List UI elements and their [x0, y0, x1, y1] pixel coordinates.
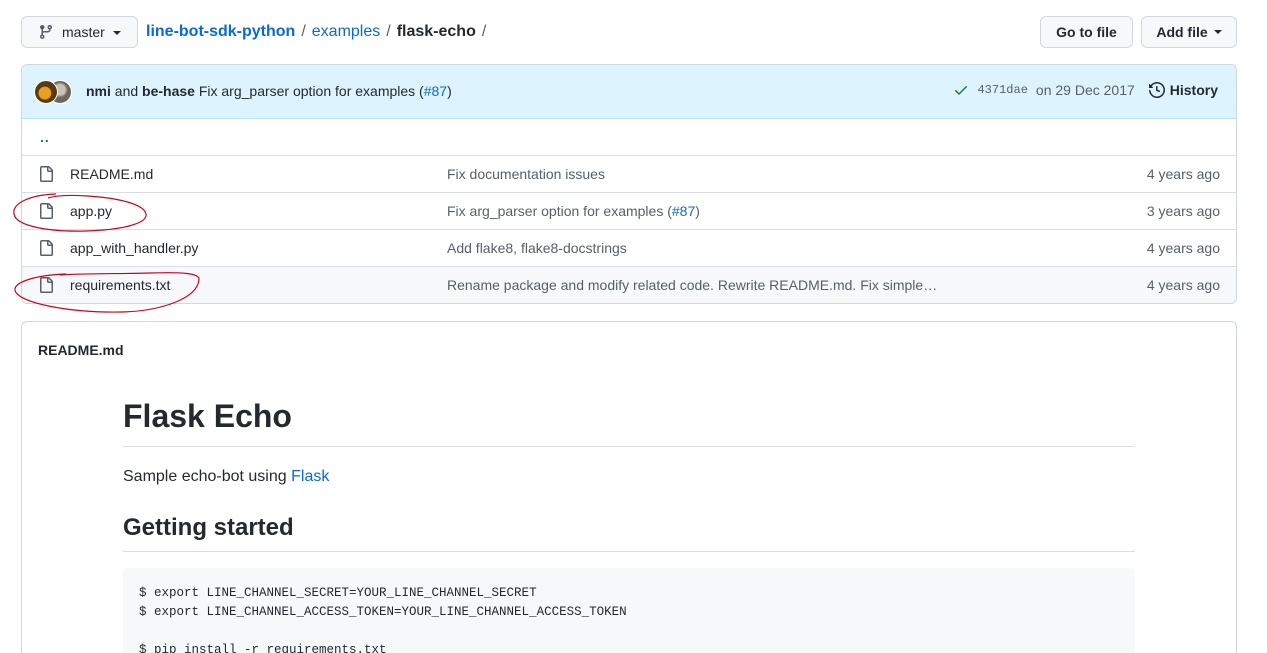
commit-message-end: ): [447, 83, 452, 99]
commit-sha-link[interactable]: 4371dae: [977, 83, 1027, 97]
file-commit-message-text[interactable]: Fix arg_parser option for examples (: [447, 203, 672, 219]
top-bar: master line-bot-sdk-python / examples / …: [21, 16, 1237, 48]
file-icon: [40, 166, 53, 182]
code-block: $ export LINE_CHANNEL_SECRET=YOUR_LINE_C…: [123, 568, 1135, 653]
file-age: 4 years ago: [1146, 166, 1220, 182]
readme-section-title: Getting started: [123, 513, 1135, 552]
history-label: History: [1169, 82, 1218, 98]
history-icon: [1148, 82, 1165, 98]
file-name-link[interactable]: requirements.txt: [70, 277, 170, 293]
file-icon: [40, 203, 53, 219]
file-row: README.md Fix documentation issues 4 yea…: [22, 155, 1236, 192]
commit-and-text: and: [114, 83, 139, 99]
readme-title: Flask Echo: [123, 378, 1135, 447]
add-file-button[interactable]: Add file: [1141, 16, 1237, 48]
parent-directory-link[interactable]: ..: [40, 129, 50, 145]
breadcrumb: line-bot-sdk-python / examples / flask-e…: [146, 16, 492, 48]
file-age: 4 years ago: [1146, 277, 1220, 293]
latest-commit-bar: nmi and be-hase Fix arg_parser option fo…: [22, 65, 1236, 119]
readme-content: Flask Echo Sample echo-bot using Flask G…: [123, 378, 1135, 653]
breadcrumb-current-folder: flask-echo: [396, 23, 476, 40]
parent-directory-row[interactable]: ..: [22, 119, 1236, 155]
file-name-link[interactable]: README.md: [70, 166, 153, 182]
readme-intro: Sample echo-bot using Flask: [123, 465, 1135, 489]
go-to-file-button[interactable]: Go to file: [1040, 16, 1133, 48]
file-age: 3 years ago: [1146, 203, 1220, 219]
file-commit-message-text[interactable]: Rename package and modify related code. …: [447, 277, 937, 293]
file-row: app_with_handler.py Add flake8, flake8-d…: [22, 229, 1236, 266]
git-branch-icon: [39, 25, 52, 40]
avatar[interactable]: [34, 80, 58, 104]
pull-request-link[interactable]: #87: [424, 83, 447, 99]
go-to-file-label: Go to file: [1056, 24, 1117, 40]
code-line: $ pip install -r requirements.txt: [139, 643, 387, 653]
breadcrumb-separator: /: [301, 23, 306, 40]
code-line: ​: [139, 622, 1119, 641]
chevron-down-icon: [1213, 30, 1222, 34]
commit-message: nmi and be-hase Fix arg_parser option fo…: [86, 83, 452, 99]
breadcrumb-separator: /: [481, 23, 487, 40]
commit-meta: 4371dae on 29 Dec 2017 History: [953, 82, 1218, 98]
pull-request-link[interactable]: #87: [672, 203, 695, 219]
code-line: $ export LINE_CHANNEL_SECRET=YOUR_LINE_C…: [139, 586, 537, 600]
file-row: requirements.txt Rename package and modi…: [22, 266, 1236, 303]
file-commit-message-text[interactable]: Add flake8, flake8-docstrings: [447, 240, 627, 256]
file-age: 4 years ago: [1146, 240, 1220, 256]
file-commit-message-end: ): [695, 203, 700, 219]
file-browser: nmi and be-hase Fix arg_parser option fo…: [21, 64, 1237, 304]
breadcrumb-examples-link[interactable]: examples: [312, 23, 380, 41]
add-file-label: Add file: [1156, 24, 1208, 40]
commit-author-link[interactable]: be-hase: [142, 83, 195, 99]
file-icon: [40, 277, 53, 293]
readme-intro-text: Sample echo-bot using: [123, 468, 292, 485]
breadcrumb-separator: /: [386, 23, 391, 40]
branch-name: master: [62, 24, 105, 40]
file-icon: [40, 240, 53, 256]
file-commit-message[interactable]: Add flake8, flake8-docstrings: [447, 240, 627, 256]
commit-message-text[interactable]: Fix arg_parser option for examples (: [199, 83, 424, 99]
readme-panel: README.md Flask Echo Sample echo-bot usi…: [21, 321, 1237, 653]
file-commit-message[interactable]: Rename package and modify related code. …: [447, 277, 937, 293]
file-name-link[interactable]: app_with_handler.py: [70, 240, 198, 256]
breadcrumb-repo-link[interactable]: line-bot-sdk-python: [146, 23, 295, 41]
file-row: app.py Fix arg_parser option for example…: [22, 192, 1236, 229]
file-commit-message[interactable]: Fix documentation issues: [447, 166, 605, 182]
flask-link[interactable]: Flask: [291, 468, 329, 485]
file-name-link[interactable]: app.py: [70, 203, 112, 219]
commit-author-link[interactable]: nmi: [86, 83, 111, 99]
code-line: $ export LINE_CHANNEL_ACCESS_TOKEN=YOUR_…: [139, 605, 627, 619]
author-avatars: [34, 80, 74, 104]
file-commit-message-text[interactable]: Fix documentation issues: [447, 166, 605, 182]
commit-date: on 29 Dec 2017: [1035, 82, 1135, 98]
chevron-down-icon: [112, 31, 121, 35]
branch-selector-button[interactable]: master: [21, 16, 138, 48]
readme-filename[interactable]: README.md: [38, 342, 124, 358]
history-link[interactable]: History: [1148, 82, 1218, 98]
readme-header: README.md: [22, 322, 1236, 378]
file-commit-message[interactable]: Fix arg_parser option for examples (#87): [447, 203, 700, 219]
check-icon[interactable]: [953, 82, 969, 98]
